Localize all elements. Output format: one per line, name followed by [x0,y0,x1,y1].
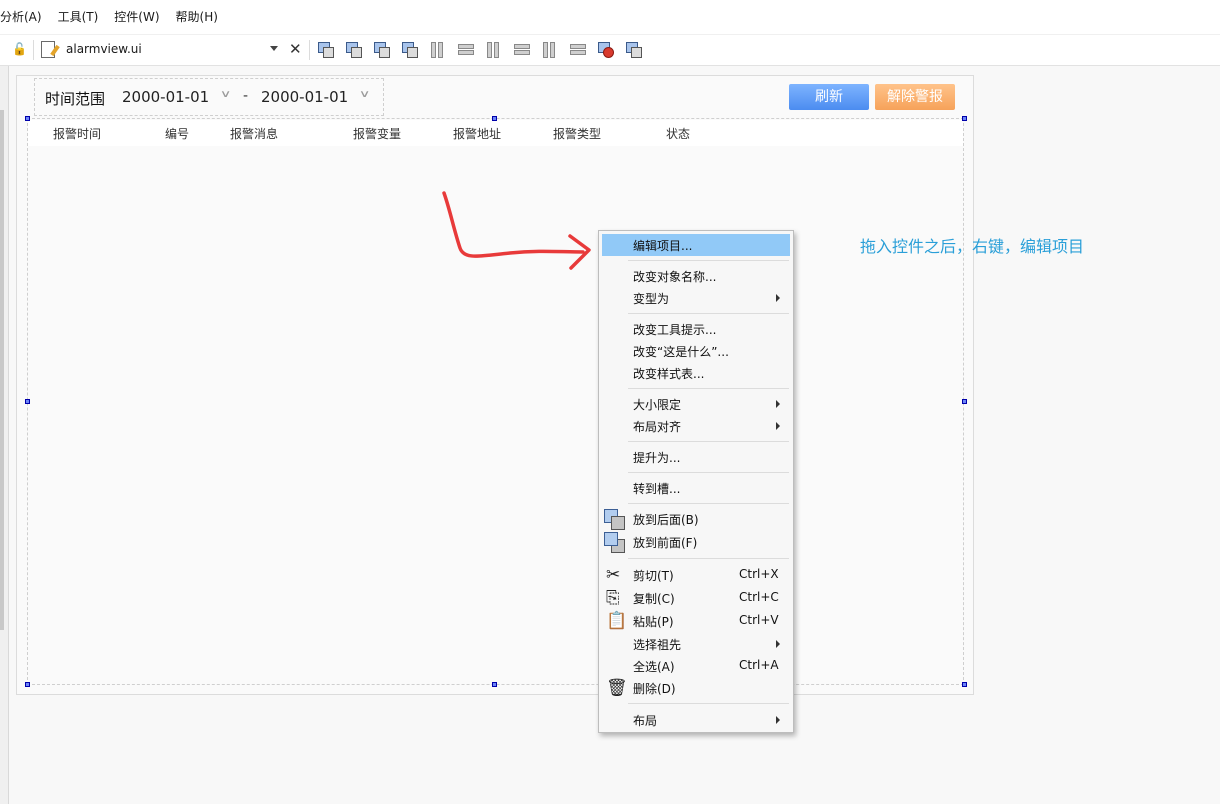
trash-icon: 🗑 [606,678,628,698]
menu-item-cut[interactable]: ✂ 剪切(T) Ctrl+X [602,564,790,586]
annotation-arrow [442,191,591,270]
copy-icon: ⎘ [606,588,620,608]
resize-handle[interactable] [492,116,497,121]
menu-tools[interactable]: 工具(T) [50,0,107,34]
menu-item-paste[interactable]: 📋 粘贴(P) Ctrl+V [602,610,790,632]
lay-out-horizontal-splitter-icon[interactable] [485,41,502,58]
lay-out-vertical-splitter-icon[interactable] [513,41,530,58]
menu-separator [628,503,789,504]
scrollbar-thumb[interactable] [0,110,4,630]
resize-handle[interactable] [25,399,30,404]
chevron-down-icon[interactable]: ∨ [220,89,232,100]
menu-item-size-constraints[interactable]: 大小限定 [602,393,790,415]
refresh-button[interactable]: 刷新 [789,84,869,110]
edit-signals-slots-icon[interactable] [345,41,362,58]
paste-icon: 📋 [606,611,628,631]
menu-separator [628,703,789,704]
lay-out-grid-icon[interactable] [569,41,586,58]
scissors-icon: ✂ [606,565,621,585]
lay-out-form-icon[interactable] [541,41,558,58]
menu-item-edit-items[interactable]: 编辑项目... [602,234,790,256]
menu-separator [628,558,789,559]
annotation-note: 拖入控件之后，右键，编辑项目 [860,237,1085,256]
start-date-edit[interactable]: 2000-01-01 [122,88,209,106]
resize-handle[interactable] [962,116,967,121]
send-to-back-icon [604,509,625,530]
menu-separator [628,441,789,442]
resize-handle[interactable] [962,682,967,687]
chevron-down-icon[interactable]: ∨ [359,89,371,100]
column-header-message[interactable]: 报警消息 [230,125,278,142]
menu-item-select-all[interactable]: 全选(A) Ctrl+A [602,655,790,677]
column-header-address[interactable]: 报警地址 [453,125,501,142]
submenu-arrow-icon [776,640,780,648]
context-menu: 编辑项目... 改变对象名称... 变型为 改变工具提示... 改变“这是什么”… [598,230,794,733]
menu-item-copy[interactable]: ⎘ 复制(C) Ctrl+C [602,587,790,609]
column-header-id[interactable]: 编号 [165,125,189,142]
break-layout-icon[interactable] [597,41,614,58]
menu-item-promote-to[interactable]: 提升为... [602,446,790,468]
submenu-arrow-icon [776,716,780,724]
resize-handle[interactable] [962,399,967,404]
toolbar: 🔓 alarmview.ui ✕ [0,35,1220,66]
bring-to-front-icon [604,532,625,553]
toolbar-separator [33,40,34,60]
resize-handle[interactable] [492,682,497,687]
clear-alarm-button[interactable]: 解除警报 [875,84,955,110]
toolbar-separator [309,40,310,60]
resize-handle[interactable] [25,682,30,687]
lock-icon[interactable]: 🔓 [12,42,27,56]
menu-item-layout-alignment[interactable]: 布局对齐 [602,415,790,437]
menu-analyze[interactable]: 分析(A) [0,0,50,34]
resize-handle[interactable] [25,116,30,121]
column-header-alarm-time[interactable]: 报警时间 [53,125,101,142]
menu-item-select-ancestor[interactable]: 选择祖先 [602,633,790,655]
lay-out-vertically-icon[interactable] [457,41,474,58]
column-header-variable[interactable]: 报警变量 [353,125,401,142]
adjust-size-icon[interactable] [625,41,642,58]
menu-item-morph-into[interactable]: 变型为 [602,287,790,309]
lay-out-horizontally-icon[interactable] [429,41,446,58]
edit-buddies-icon[interactable] [373,41,390,58]
date-separator: - [243,88,249,104]
time-range-label: 时间范围 [45,90,106,108]
menu-item-go-to-slot[interactable]: 转到槽... [602,477,790,499]
menu-item-bring-to-front[interactable]: 放到前面(F) [602,531,790,553]
menu-widgets[interactable]: 控件(W) [106,0,167,34]
edit-widgets-icon[interactable] [317,41,334,58]
chevron-down-icon[interactable] [270,46,278,51]
menu-separator [628,472,789,473]
menu-separator [628,313,789,314]
close-file-icon[interactable]: ✕ [289,40,302,58]
submenu-arrow-icon [776,400,780,408]
ui-file-icon [41,41,55,58]
edit-tab-order-icon[interactable] [401,41,418,58]
menu-item-delete[interactable]: 🗑 删除(D) [602,677,790,699]
open-file-combo[interactable]: alarmview.ui [66,42,142,56]
column-header-type[interactable]: 报警类型 [553,125,601,142]
menu-item-change-stylesheet[interactable]: 改变样式表... [602,362,790,384]
submenu-arrow-icon [776,422,780,430]
menu-item-change-object-name[interactable]: 改变对象名称... [602,265,790,287]
menu-item-change-tooltip[interactable]: 改变工具提示... [602,318,790,340]
menu-bar: 分析(A) 工具(T) 控件(W) 帮助(H) [0,0,1220,34]
menu-separator [628,388,789,389]
menu-item-change-whats-this[interactable]: 改变“这是什么”... [602,340,790,362]
menu-help[interactable]: 帮助(H) [168,0,226,34]
menu-item-send-to-back[interactable]: 放到后面(B) [602,508,790,530]
menu-separator [628,260,789,261]
end-date-edit[interactable]: 2000-01-01 [261,88,348,106]
left-dock-edge [0,66,9,804]
submenu-arrow-icon [776,294,780,302]
column-header-status[interactable]: 状态 [666,125,690,142]
menu-item-layout[interactable]: 布局 [602,709,790,731]
